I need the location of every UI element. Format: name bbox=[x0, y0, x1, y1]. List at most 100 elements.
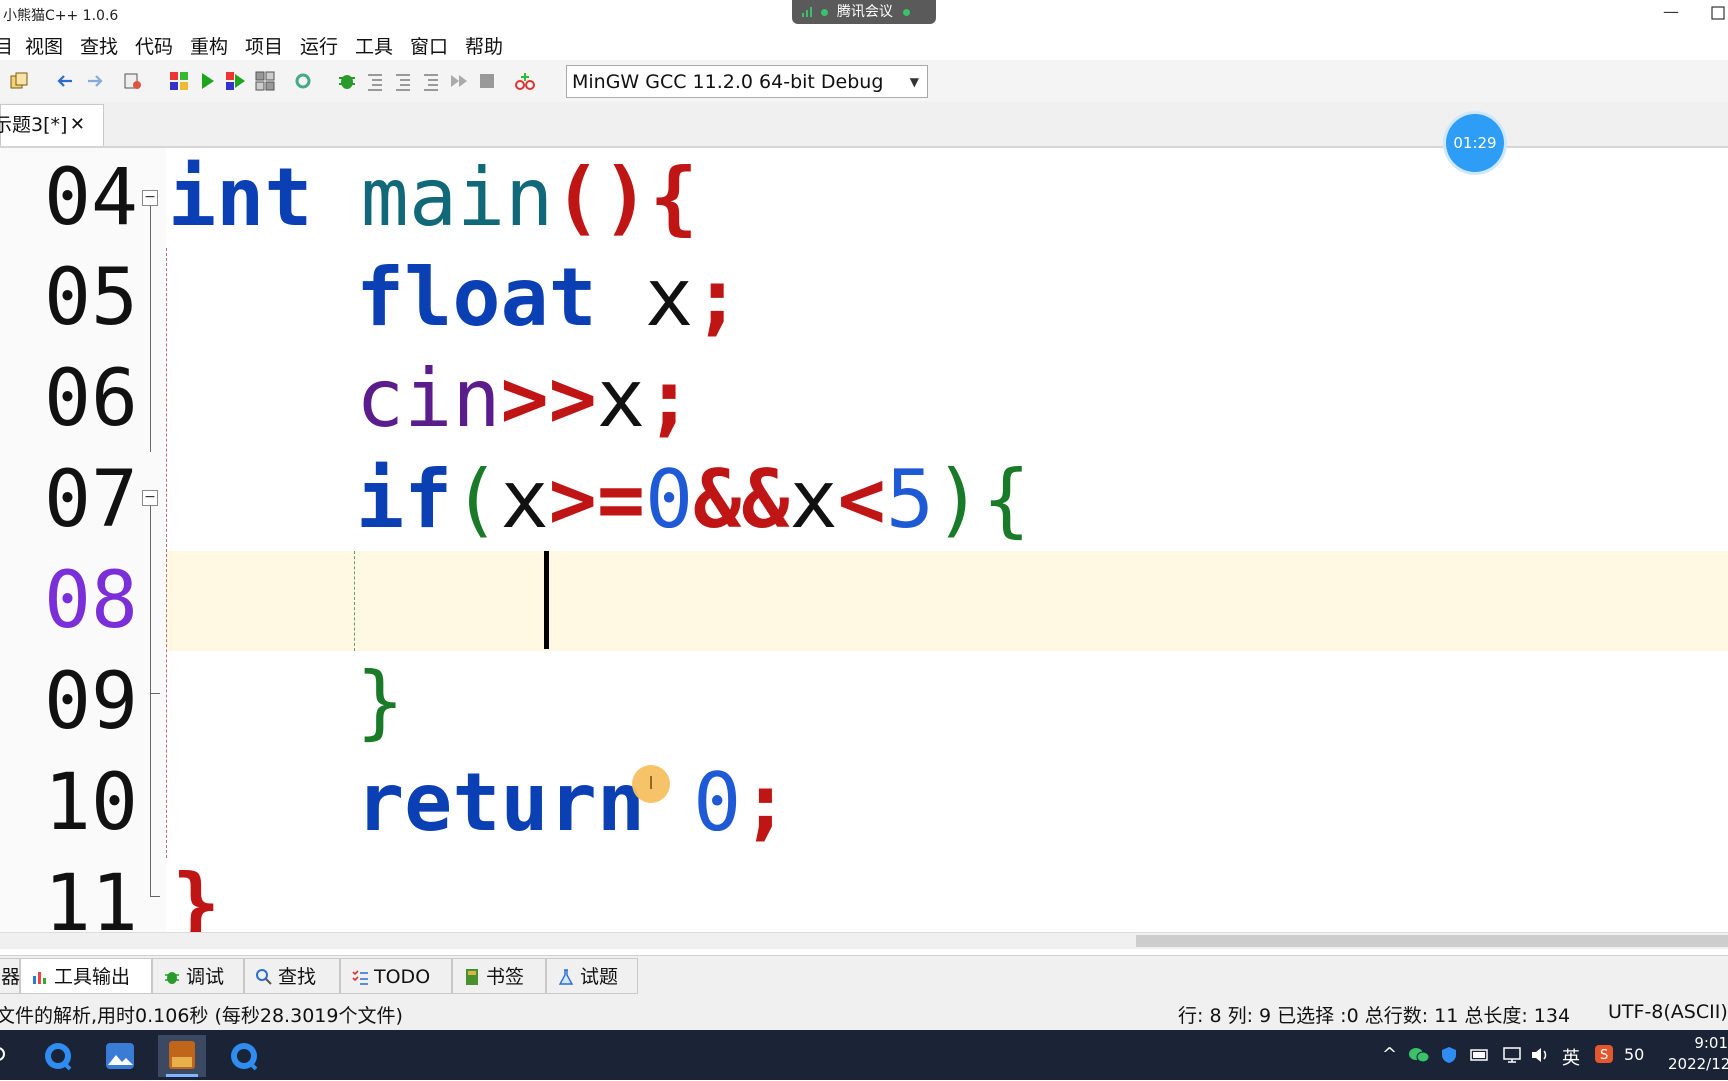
system-clock[interactable]: 9:01 2022/12 bbox=[1668, 1033, 1728, 1075]
compile-icon[interactable] bbox=[168, 70, 190, 92]
fold-end-tick bbox=[150, 896, 160, 897]
indent-guide bbox=[166, 248, 167, 858]
taskbar-browser-app-2[interactable] bbox=[220, 1035, 268, 1077]
signal-icon bbox=[802, 7, 812, 17]
code-line: int main(){ bbox=[168, 148, 698, 248]
tab-todo[interactable]: TODO bbox=[340, 958, 452, 994]
line-number: 06 bbox=[44, 354, 138, 444]
photos-icon bbox=[106, 1043, 134, 1069]
wechat-icon[interactable] bbox=[1408, 1046, 1430, 1064]
line-number: 10 bbox=[44, 758, 138, 848]
rebuild-icon[interactable] bbox=[254, 70, 276, 92]
step-into-icon[interactable] bbox=[392, 70, 414, 92]
code-line: cin>>x; bbox=[356, 349, 693, 449]
file-encoding[interactable]: UTF-8(ASCII) bbox=[1608, 1001, 1728, 1023]
current-line-highlight bbox=[166, 551, 1728, 651]
run-icon[interactable] bbox=[196, 70, 218, 92]
debug-bug-icon[interactable] bbox=[336, 70, 358, 92]
menu-item-project-partial[interactable]: 目 bbox=[0, 32, 13, 59]
settings-gear-icon[interactable] bbox=[292, 70, 314, 92]
menu-item-help[interactable]: 帮助 bbox=[465, 32, 503, 59]
compiler-select[interactable]: MinGW GCC 11.2.0 64-bit Debug ▼ bbox=[566, 65, 928, 98]
browser-icon bbox=[45, 1043, 72, 1071]
token-paren: () bbox=[553, 151, 650, 244]
bookmark-icon bbox=[466, 969, 478, 985]
bar-chart-icon bbox=[33, 972, 46, 984]
taskbar-photos-app[interactable] bbox=[96, 1035, 144, 1077]
menu-item-window[interactable]: 窗口 bbox=[410, 32, 448, 59]
mouse-cursor-icon: I bbox=[632, 765, 670, 803]
token-brace: } bbox=[356, 655, 405, 748]
tab-compiler-partial[interactable]: 器 bbox=[0, 958, 20, 994]
scrollbar-thumb[interactable] bbox=[1136, 935, 1728, 947]
menu-item-tools[interactable]: 工具 bbox=[355, 32, 393, 59]
volume-icon[interactable] bbox=[1530, 1046, 1550, 1064]
fold-toggle-icon[interactable]: − bbox=[142, 490, 158, 506]
step-over-icon[interactable] bbox=[364, 70, 386, 92]
add-watch-icon[interactable] bbox=[514, 70, 536, 92]
chevron-up-icon[interactable]: ^ bbox=[1382, 1044, 1397, 1065]
stop-icon[interactable] bbox=[476, 70, 498, 92]
token-keyword: if bbox=[356, 453, 453, 546]
menu-item-project[interactable]: 项目 bbox=[245, 32, 283, 59]
menu-item-refactor[interactable]: 重构 bbox=[190, 32, 228, 59]
shield-icon[interactable] bbox=[1440, 1046, 1458, 1064]
tab-current-file[interactable]: 示题3[*] ✕ bbox=[0, 104, 104, 146]
window-title: 小熊猫C++ 1.0.6 bbox=[3, 8, 119, 24]
line-number: 11 bbox=[44, 859, 138, 932]
fold-toggle-icon[interactable]: − bbox=[142, 190, 158, 206]
active-indicator bbox=[166, 1074, 198, 1077]
tab-debug[interactable]: 调试 bbox=[152, 958, 244, 994]
line-number-active: 08 bbox=[44, 556, 138, 646]
step-out-icon[interactable] bbox=[420, 70, 442, 92]
format-code-icon[interactable] bbox=[122, 70, 144, 92]
battery-icon[interactable] bbox=[1470, 1048, 1490, 1062]
compile-run-icon[interactable] bbox=[224, 70, 246, 92]
token-semicolon: ; bbox=[741, 756, 790, 849]
forward-arrow-icon[interactable] bbox=[84, 70, 106, 92]
horizontal-scrollbar[interactable] bbox=[0, 932, 1728, 949]
token-semicolon: ; bbox=[645, 352, 694, 445]
search-icon bbox=[256, 969, 272, 985]
token-brace: } bbox=[172, 857, 221, 932]
token-keyword: float bbox=[356, 251, 597, 344]
minimize-button[interactable]: — bbox=[1651, 2, 1691, 26]
checklist-icon bbox=[352, 970, 368, 985]
maximize-button[interactable] bbox=[1698, 2, 1728, 26]
continue-icon[interactable] bbox=[448, 70, 470, 92]
recording-timer[interactable]: 01:29 bbox=[1446, 114, 1504, 172]
close-icon[interactable]: ✕ bbox=[70, 105, 85, 145]
menu-item-code[interactable]: 代码 bbox=[135, 32, 173, 59]
network-icon[interactable] bbox=[1502, 1046, 1522, 1064]
token-operator: >= bbox=[548, 453, 645, 546]
code-editor[interactable]: 04 05 06 07 08 09 10 11 − − int main(){ … bbox=[0, 148, 1728, 932]
tab-problems[interactable]: 试题 bbox=[546, 958, 638, 994]
battery-level[interactable]: 50 bbox=[1624, 1045, 1644, 1064]
menu-item-view[interactable]: 视图 bbox=[25, 32, 63, 59]
copy-icon[interactable] bbox=[8, 70, 30, 92]
token-operator: < bbox=[837, 453, 886, 546]
flask-icon bbox=[558, 969, 574, 985]
tab-label: TODO bbox=[374, 966, 431, 988]
menu-item-search[interactable]: 查找 bbox=[80, 32, 118, 59]
chevron-down-icon[interactable]: ▼ bbox=[910, 66, 919, 99]
tab-search[interactable]: 查找 bbox=[244, 958, 340, 994]
search-icon[interactable] bbox=[0, 1044, 8, 1066]
ime-indicator[interactable]: 英 bbox=[1562, 1044, 1580, 1070]
token-number: 0 bbox=[645, 453, 694, 546]
tab-bookmarks[interactable]: 书签 bbox=[452, 958, 546, 994]
menu-item-run[interactable]: 运行 bbox=[300, 32, 338, 59]
token-paren: ) bbox=[934, 453, 983, 546]
taskbar-ide-app[interactable] bbox=[158, 1035, 206, 1077]
meeting-label: 腾讯会议 bbox=[836, 4, 893, 20]
line-number: 05 bbox=[44, 253, 138, 343]
fold-end-tick bbox=[150, 693, 160, 694]
meeting-floating-bar[interactable]: 腾讯会议 bbox=[792, 0, 936, 24]
sogou-input-icon[interactable]: S bbox=[1594, 1044, 1614, 1064]
fold-line bbox=[150, 206, 151, 452]
tab-tool-output[interactable]: 工具输出 bbox=[20, 958, 152, 994]
back-arrow-icon[interactable] bbox=[54, 70, 76, 92]
code-line: } bbox=[172, 854, 220, 932]
taskbar-browser-app[interactable] bbox=[34, 1035, 82, 1077]
